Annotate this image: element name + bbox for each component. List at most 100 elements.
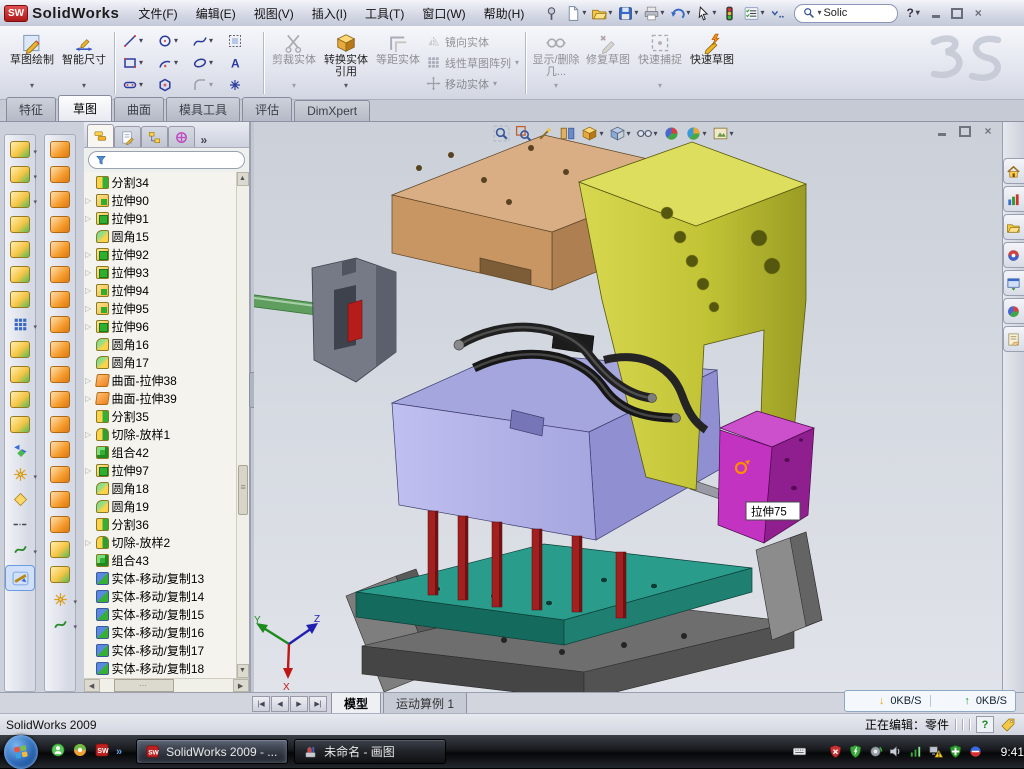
dropdown-icon[interactable]: ▾ (73, 598, 77, 606)
save-button[interactable]: ▾ (615, 4, 640, 23)
appearances-scenes-tab[interactable] (1003, 298, 1024, 324)
zoom-area-button[interactable] (514, 124, 533, 143)
expand-icon[interactable]: ▷ (84, 214, 93, 223)
tree-item-分割35[interactable]: 分割35 (84, 407, 237, 425)
e-point-button[interactable] (224, 74, 259, 96)
restore-button[interactable] (949, 6, 966, 21)
taskbar-button-未命名 - 画图[interactable]: 未命名 - 画图 (294, 739, 446, 764)
dropdown-icon[interactable]: ▾ (658, 82, 662, 90)
close-button[interactable]: × (970, 6, 987, 21)
expand-icon[interactable]: ▷ (84, 394, 93, 403)
custom-properties-tab[interactable] (1003, 326, 1024, 352)
rebuild-button[interactable] (719, 4, 740, 23)
shell-button[interactable] (7, 240, 33, 258)
dropdown-icon[interactable]: ▾ (634, 9, 638, 17)
mirror-button[interactable]: 镜向实体 (424, 32, 521, 52)
hscrollbar-thumb[interactable]: ⋯ (114, 679, 174, 692)
design-library-tab[interactable] (1003, 186, 1024, 212)
network-warning-icon[interactable] (928, 744, 943, 759)
wireless-icon[interactable] (908, 744, 923, 759)
display-delete-button[interactable]: 显示/删除几...▾ (530, 29, 582, 97)
help-button[interactable]: ? ▾ (906, 6, 919, 20)
dropdown-icon[interactable]: ▾ (209, 37, 213, 45)
dropdown-icon[interactable]: ▾ (292, 82, 296, 90)
tree-item-实体-移动/复制13[interactable]: 实体-移动/复制13 (84, 569, 237, 587)
tree-item-圆角15[interactable]: 圆角15 (84, 227, 237, 245)
expand-icon[interactable]: ▷ (84, 376, 93, 385)
search-dropdown-icon[interactable]: ▾ (817, 9, 821, 17)
tree-item-拉伸97[interactable]: ▷拉伸97 (84, 461, 237, 479)
scroll-down-icon[interactable]: ▼ (237, 664, 249, 678)
axis-button[interactable] (7, 515, 33, 533)
plane-button[interactable] (7, 490, 33, 508)
offset-surface-button[interactable] (47, 340, 73, 358)
next-tab-button[interactable]: ▶ (290, 696, 308, 712)
tab-评估[interactable]: 评估 (242, 97, 292, 121)
print-button[interactable]: ▾ (641, 4, 666, 23)
hide-show-items-button[interactable]: ▾ (635, 124, 659, 143)
delete-face-button[interactable] (47, 390, 73, 408)
file-explorer-tab[interactable] (1003, 214, 1024, 240)
solidworks-forum-tab[interactable] (1003, 242, 1024, 268)
mirror-button[interactable] (7, 340, 33, 358)
tree-item-拉伸90[interactable]: ▷拉伸90 (84, 191, 237, 209)
tree-item-圆角19[interactable]: 圆角19 (84, 497, 237, 515)
planar-surface-button[interactable] (47, 290, 73, 308)
boundary-surface-button[interactable] (47, 215, 73, 233)
tree-item-圆角16[interactable]: 圆角16 (84, 335, 237, 353)
tree-item-组合43[interactable]: 组合43 (84, 551, 237, 569)
start-button[interactable] (4, 735, 38, 769)
sketch-button[interactable]: 草图绘制▾ (6, 29, 58, 97)
curve-button[interactable]: ▾ (7, 540, 33, 558)
extruded-boss-button[interactable]: ▾ (7, 140, 33, 158)
extruded-surface-button[interactable] (47, 415, 73, 433)
zoom-selection-button[interactable] (536, 124, 555, 143)
e-line-button[interactable]: ▾ (119, 30, 154, 52)
tab-曲面[interactable]: 曲面 (114, 97, 164, 121)
previous-tab-button[interactable]: ◀ (271, 696, 289, 712)
expand-icon[interactable]: ▷ (84, 286, 93, 295)
search-box[interactable]: ▾ Solic (794, 4, 898, 23)
tree-item-实体-移动/复制18[interactable]: 实体-移动/复制18 (84, 659, 237, 677)
security-alert-icon[interactable] (828, 744, 843, 759)
tree-item-拉伸95[interactable]: ▷拉伸95 (84, 299, 237, 317)
scroll-up-icon[interactable]: ▲ (237, 172, 249, 186)
dropdown-icon[interactable]: ▾ (712, 9, 716, 17)
move-copy-bodies-button[interactable] (7, 440, 33, 458)
antivirus-icon[interactable] (848, 744, 863, 759)
tree-item-拉伸92[interactable]: ▷拉伸92 (84, 245, 237, 263)
scrollbar-thumb[interactable] (238, 465, 248, 515)
dropdown-icon[interactable]: ▾ (33, 473, 37, 481)
dropdown-icon[interactable]: ▾ (174, 37, 178, 45)
pin-button[interactable] (541, 4, 562, 23)
open-button[interactable]: ▾ (589, 4, 614, 23)
menu-窗口(W)[interactable]: 窗口(W) (413, 5, 474, 22)
menu-视图(V)[interactable]: 视图(V) (245, 5, 303, 22)
system-tool-icon[interactable] (868, 744, 883, 759)
propmgr-tab[interactable] (114, 126, 141, 147)
quick-sketch-button[interactable]: 快速草图 (686, 29, 738, 97)
tab-特征[interactable]: 特征 (6, 97, 56, 121)
tree-item-拉伸91[interactable]: ▷拉伸91 (84, 209, 237, 227)
tree-item-圆角18[interactable]: 圆角18 (84, 479, 237, 497)
tree-item-分割36[interactable]: 分割36 (84, 515, 237, 533)
view-orientation-button[interactable]: ▾ (580, 124, 604, 143)
draft-button[interactable] (7, 265, 33, 283)
flex-surface-button[interactable] (47, 365, 73, 383)
browser-ball-quicklaunch[interactable] (72, 742, 88, 761)
knit-surface-button[interactable] (47, 315, 73, 333)
dropdown-icon[interactable]: ▾ (554, 82, 558, 90)
dropdown-icon[interactable]: ▾ (33, 198, 37, 206)
dropdown-icon[interactable]: ▾ (139, 59, 143, 67)
dropdown-icon[interactable]: ▾ (33, 173, 37, 181)
featuremgr-tab[interactable] (87, 124, 114, 147)
dropdown-icon[interactable]: ▾ (608, 9, 612, 17)
dropdown-icon[interactable]: ▾ (174, 59, 178, 67)
linear-pattern-button[interactable]: 线性草图阵列▾ (424, 53, 521, 73)
combine-button[interactable] (7, 365, 33, 383)
minimize-button[interactable] (928, 6, 945, 21)
tab-模具工具[interactable]: 模具工具 (166, 97, 240, 121)
solidworks-resources-tab[interactable] (1003, 158, 1024, 184)
dropdown-icon[interactable]: ▾ (33, 323, 37, 331)
quick-snap-button[interactable]: 快速捕捉▾ (634, 29, 686, 97)
